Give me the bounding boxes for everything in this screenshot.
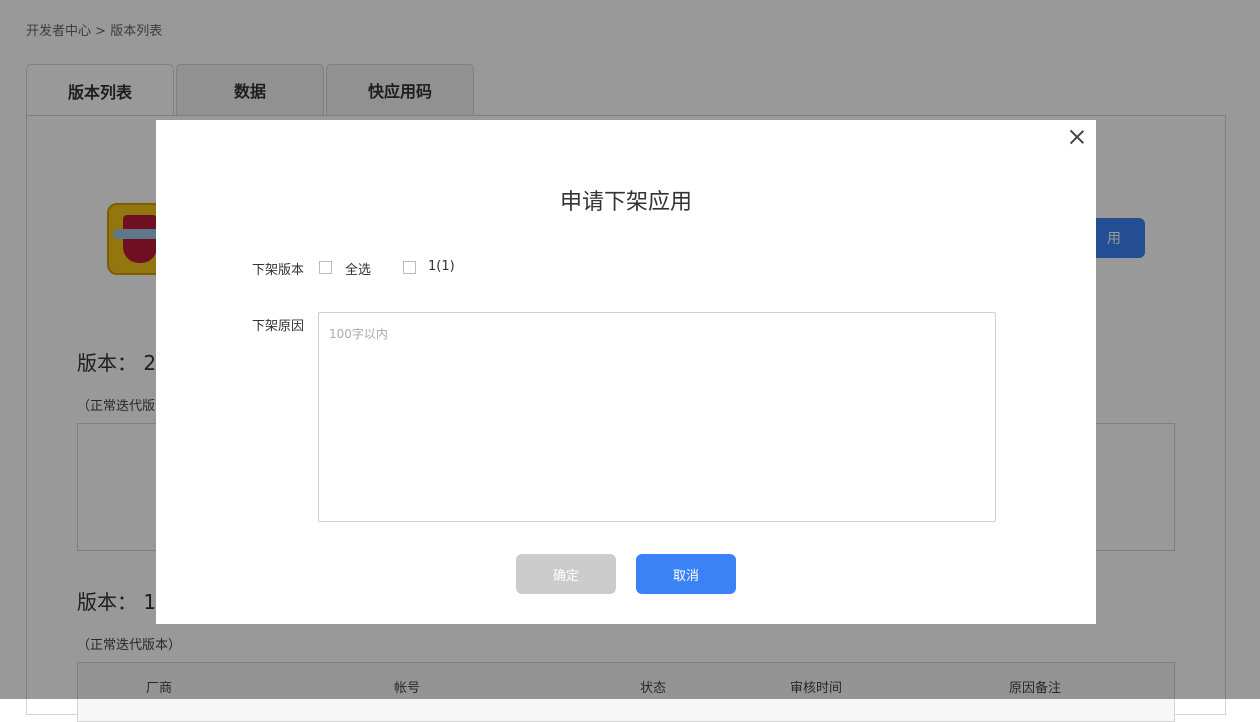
dialog-title: 申请下架应用: [559, 190, 692, 215]
delist-reason-label: 下架原因: [252, 319, 305, 334]
delist-version-label: 下架版本: [252, 263, 305, 278]
select-all-checkbox[interactable]: [319, 261, 332, 274]
delist-dialog: 申请下架应用 下架版本 全选 1(1) 下架原因 确定 取消: [156, 120, 1096, 624]
close-icon[interactable]: [1066, 126, 1088, 148]
confirm-button[interactable]: 确定: [516, 554, 616, 594]
version-1-label[interactable]: 1(1): [428, 259, 455, 274]
delist-reason-textarea[interactable]: [318, 312, 996, 522]
select-all-label[interactable]: 全选: [345, 259, 371, 278]
version-1-checkbox[interactable]: [403, 261, 416, 274]
cancel-button[interactable]: 取消: [636, 554, 736, 594]
